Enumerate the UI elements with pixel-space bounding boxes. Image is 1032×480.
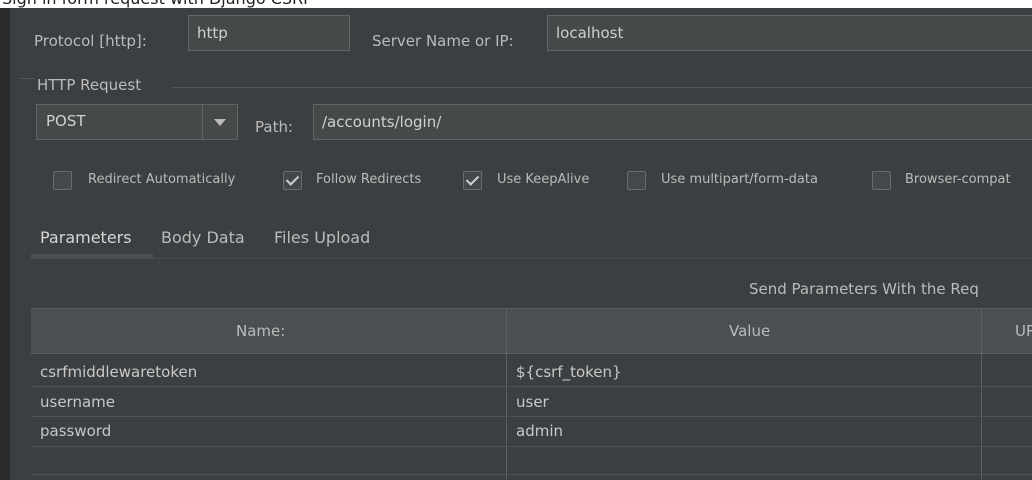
- row-divider: [31, 386, 1032, 387]
- redirect-automatically-checkbox[interactable]: [53, 171, 72, 190]
- send-parameters-label: Send Parameters With the Req: [749, 280, 979, 298]
- checkmark-icon: [285, 172, 300, 186]
- param-value-cell[interactable]: admin: [516, 422, 563, 440]
- server-name-input-value: localhost: [556, 24, 624, 42]
- tab-body-data[interactable]: Body Data: [161, 228, 245, 247]
- protocol-label: Protocol [http]:: [34, 32, 147, 50]
- row-divider: [31, 474, 1032, 475]
- method-select-value: POST: [46, 112, 86, 130]
- server-name-input[interactable]: localhost: [547, 15, 1032, 51]
- parameters-table-header: Name: Value URL: [31, 308, 1032, 354]
- param-value-cell[interactable]: ${csrf_token}: [516, 363, 622, 381]
- path-input-value: /accounts/login/: [322, 113, 442, 131]
- use-keepalive-checkbox[interactable]: [463, 171, 482, 190]
- use-multipart-checkbox[interactable]: [627, 171, 646, 190]
- window-title-text: Sign in form request with Django CSRF: [2, 0, 312, 8]
- protocol-input-value: http: [197, 24, 228, 42]
- column-header-url[interactable]: URL: [1015, 322, 1032, 340]
- follow-redirects-label: Follow Redirects: [316, 172, 422, 187]
- column-divider[interactable]: [981, 308, 982, 480]
- server-name-label: Server Name or IP:: [372, 32, 514, 50]
- follow-redirects-checkbox[interactable]: [283, 171, 302, 190]
- use-keepalive-label: Use KeepAlive: [497, 172, 590, 187]
- method-dropdown-button[interactable]: [202, 105, 237, 139]
- browser-compat-checkbox[interactable]: [872, 171, 891, 190]
- browser-compat-label: Browser-compat: [905, 172, 1011, 187]
- checkmark-icon: [465, 172, 480, 186]
- redirect-automatically-label: Redirect Automatically: [88, 172, 236, 187]
- path-label: Path:: [255, 118, 294, 136]
- left-edge: [0, 8, 10, 480]
- tab-parameters[interactable]: Parameters: [40, 228, 132, 247]
- group-border-left: [20, 78, 34, 79]
- http-request-sampler-panel: Protocol [http]: http Server Name or IP:…: [0, 8, 1032, 480]
- chevron-down-icon: [214, 119, 226, 126]
- http-request-group-title: HTTP Request: [37, 76, 142, 94]
- tab-strip-border: [31, 258, 1032, 259]
- tab-files-upload[interactable]: Files Upload: [274, 228, 370, 247]
- column-header-name[interactable]: Name:: [236, 322, 285, 340]
- row-divider: [31, 446, 1032, 447]
- path-input[interactable]: /accounts/login/: [313, 104, 1032, 140]
- param-name-cell[interactable]: password: [40, 422, 111, 440]
- protocol-input[interactable]: http: [188, 15, 350, 51]
- param-name-cell[interactable]: csrfmiddlewaretoken: [40, 363, 197, 381]
- method-select[interactable]: POST: [36, 104, 238, 140]
- param-name-cell[interactable]: username: [40, 393, 115, 411]
- param-value-cell[interactable]: user: [516, 393, 549, 411]
- window-title-strip: Sign in form request with Django CSRF: [0, 0, 1032, 8]
- group-border-top: [172, 87, 1032, 88]
- use-multipart-label: Use multipart/form-data: [661, 172, 818, 187]
- row-divider: [31, 416, 1032, 417]
- column-header-value[interactable]: Value: [729, 322, 770, 340]
- column-divider[interactable]: [506, 308, 507, 480]
